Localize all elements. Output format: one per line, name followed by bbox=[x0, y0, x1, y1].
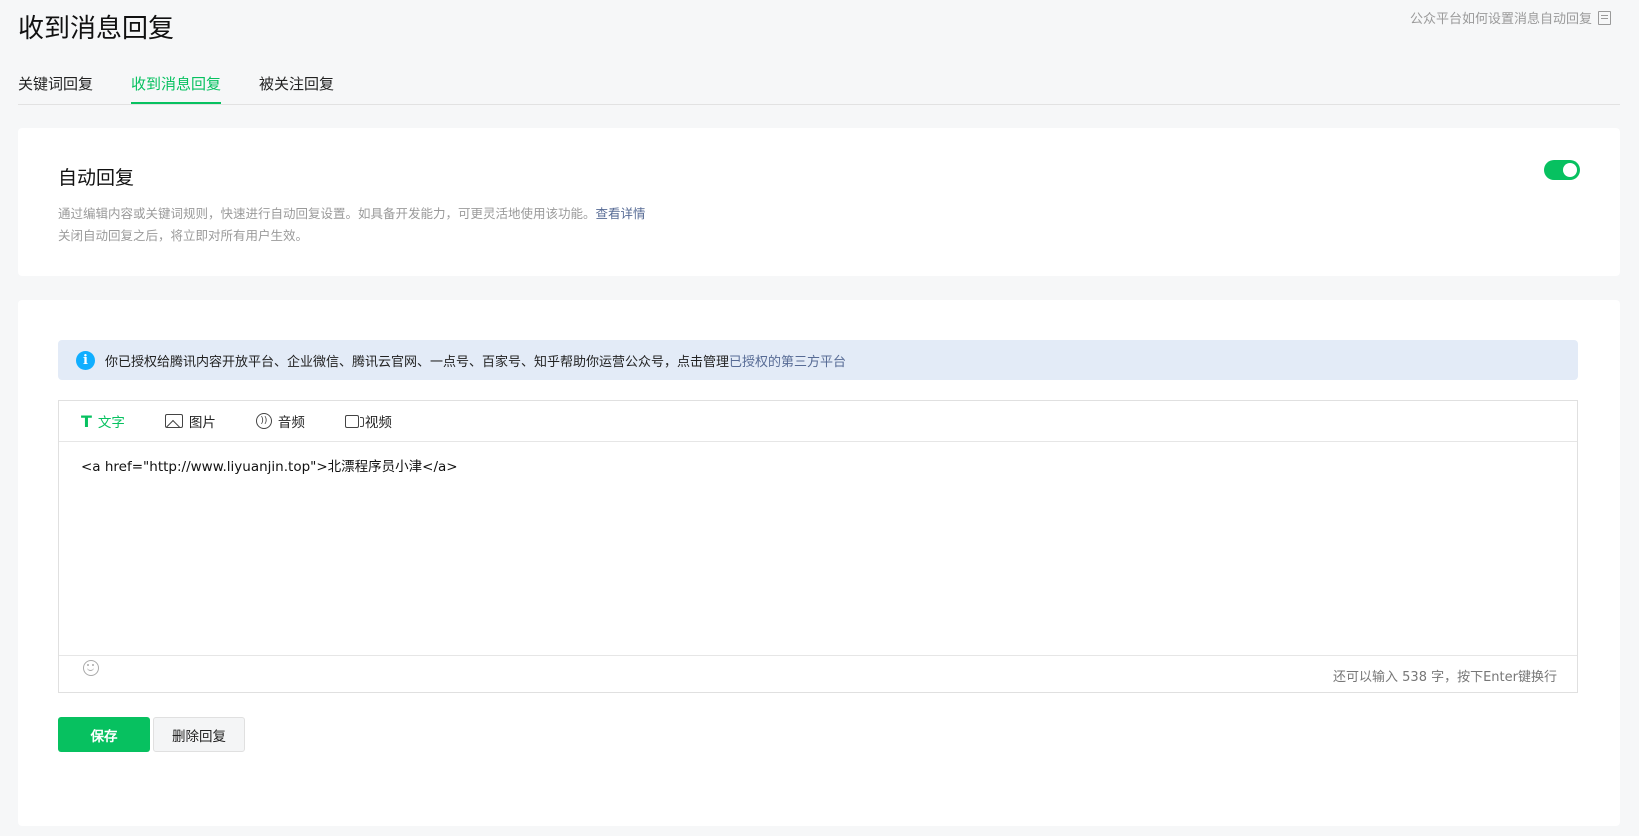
auto-reply-note: 关闭自动回复之后，将立即对所有用户生效。 bbox=[58, 228, 309, 243]
help-link[interactable]: 公众平台如何设置消息自动回复 bbox=[1410, 8, 1611, 27]
tab-message-reply[interactable]: 收到消息回复 bbox=[131, 74, 222, 104]
reply-editor-card: i 你已授权给腾讯内容开放平台、企业微信、腾讯云官网、一点号、百家号、知乎帮助你… bbox=[18, 300, 1620, 826]
editor-toolbar: T 文字 图片 )) 音频 视频 bbox=[59, 401, 1577, 442]
toggle-knob bbox=[1563, 163, 1577, 177]
tool-text[interactable]: T 文字 bbox=[81, 411, 125, 432]
tool-video[interactable]: 视频 bbox=[344, 411, 392, 431]
tool-image-label: 图片 bbox=[188, 415, 216, 431]
emoji-icon[interactable] bbox=[83, 660, 99, 676]
character-counter: 还可以输入 538 字，按下Enter键换行 bbox=[1333, 670, 1557, 685]
description-text: 通过编辑内容或关键词规则，快速进行自动回复设置。如具备开发能力，可更灵活地使用该… bbox=[58, 206, 596, 221]
info-icon: i bbox=[76, 350, 95, 370]
auto-reply-description: 通过编辑内容或关键词规则，快速进行自动回复设置。如具备开发能力，可更灵活地使用该… bbox=[58, 203, 646, 222]
reply-content-input[interactable]: <a href="http://www.liyuanjin.top">北漂程序员… bbox=[81, 455, 458, 475]
delete-reply-button[interactable]: 删除回复 bbox=[153, 717, 245, 752]
tool-audio[interactable]: )) 音频 bbox=[255, 411, 305, 431]
video-icon bbox=[344, 414, 364, 428]
notice-text: 你已授权给腾讯内容开放平台、企业微信、腾讯云官网、一点号、百家号、知乎帮助你运营… bbox=[105, 354, 730, 370]
image-icon bbox=[164, 414, 183, 428]
help-link-label: 公众平台如何设置消息自动回复 bbox=[1409, 12, 1592, 27]
editor-footer: 还可以输入 538 字，按下Enter键换行 bbox=[59, 655, 1577, 692]
page-title: 收到消息回复 bbox=[18, 14, 175, 44]
tool-text-label: 文字 bbox=[97, 415, 125, 431]
text-icon: T bbox=[81, 411, 92, 431]
tab-follow-reply[interactable]: 被关注回复 bbox=[259, 74, 334, 104]
auto-reply-card: 自动回复 通过编辑内容或关键词规则，快速进行自动回复设置。如具备开发能力，可更灵… bbox=[18, 128, 1620, 276]
details-link[interactable]: 查看详情 bbox=[596, 206, 646, 221]
reply-editor: T 文字 图片 )) 音频 视频 <a href="http://www.liy… bbox=[58, 400, 1578, 693]
save-button[interactable]: 保存 bbox=[58, 717, 150, 752]
document-icon bbox=[1598, 10, 1611, 25]
tool-image[interactable]: 图片 bbox=[164, 411, 216, 431]
tab-keyword-reply[interactable]: 关键词回复 bbox=[18, 74, 93, 104]
tab-bar: 关键词回复 收到消息回复 被关注回复 bbox=[18, 74, 1620, 105]
audio-icon: )) bbox=[255, 413, 272, 429]
tool-video-label: 视频 bbox=[364, 415, 392, 431]
auto-reply-title: 自动回复 bbox=[58, 167, 135, 189]
third-party-link[interactable]: 已授权的第三方平台 bbox=[729, 351, 846, 370]
authorization-notice: i 你已授权给腾讯内容开放平台、企业微信、腾讯云官网、一点号、百家号、知乎帮助你… bbox=[58, 340, 1578, 380]
auto-reply-toggle[interactable] bbox=[1544, 160, 1580, 180]
tool-audio-label: 音频 bbox=[277, 415, 305, 431]
